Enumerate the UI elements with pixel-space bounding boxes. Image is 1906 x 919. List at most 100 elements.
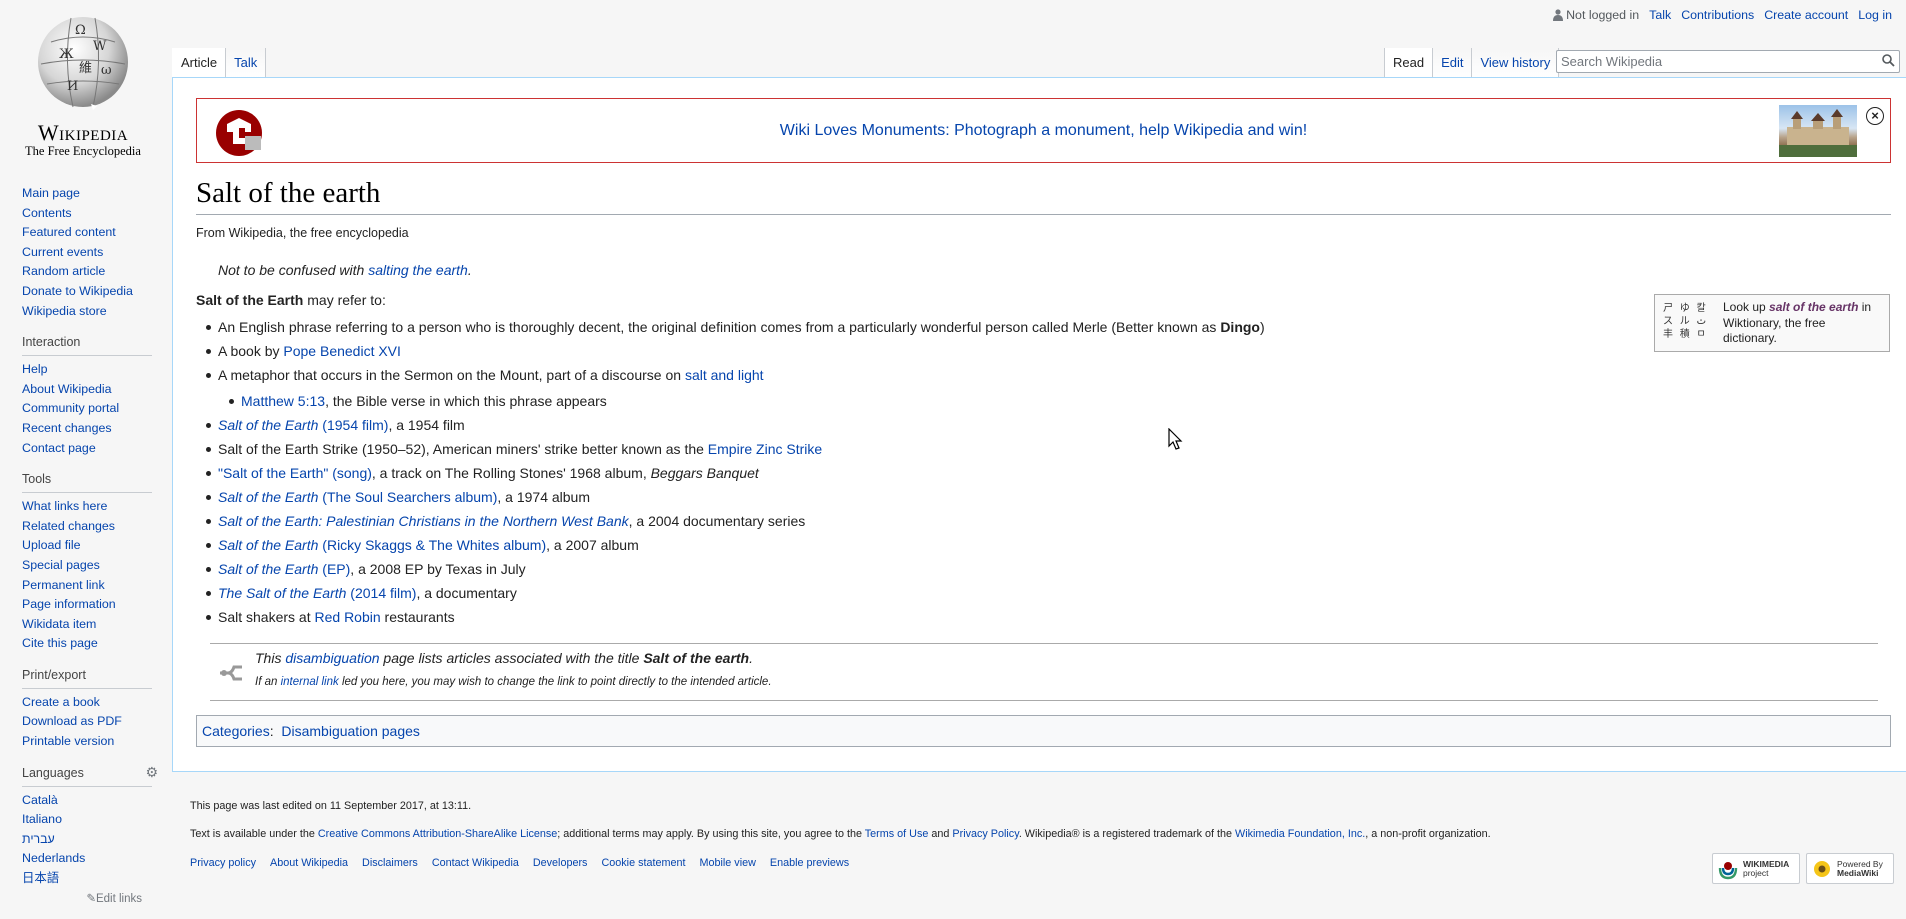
ricky-skaggs-album-link[interactable]: Salt of the Earth (Ricky Skaggs & The Wh… — [218, 537, 546, 553]
link-italic: Salt of the Earth — [218, 417, 319, 433]
pope-benedict-link[interactable]: Pope Benedict XVI — [283, 343, 401, 359]
sidebar-item-permanent-link[interactable]: Permanent link — [22, 578, 105, 592]
red-robin-link[interactable]: Red Robin — [315, 609, 381, 625]
link-italic: The Salt of the Earth — [218, 585, 347, 601]
footer-contact-wikipedia[interactable]: Contact Wikipedia — [432, 857, 519, 869]
item-text: , a track on The Rolling Stones' 1968 al… — [371, 465, 651, 481]
disambiguation-line-1: This disambiguation page lists articles … — [255, 650, 753, 666]
tab-read[interactable]: Read — [1384, 48, 1434, 78]
talk-link[interactable]: Talk — [1649, 8, 1671, 22]
sidebar-item-what-links-here[interactable]: What links here — [22, 499, 107, 513]
hatnote-suffix: . — [467, 262, 472, 278]
language-link-catalan[interactable]: Català — [22, 793, 58, 807]
language-link-japanese[interactable]: 日本語 — [22, 871, 59, 885]
list-item: Salt of the Earth (Ricky Skaggs & The Wh… — [196, 533, 1265, 557]
sidebar-item-wikidata-item[interactable]: Wikidata item — [22, 617, 96, 631]
close-banner-icon[interactable]: × — [1866, 107, 1884, 125]
categories-link[interactable]: Categories — [202, 723, 270, 739]
sidebar-item-cite-this-page[interactable]: Cite this page — [22, 636, 98, 650]
footer-cookie-statement[interactable]: Cookie statement — [601, 857, 685, 869]
sidebar-item-related-changes[interactable]: Related changes — [22, 519, 115, 533]
footer-developers[interactable]: Developers — [533, 857, 588, 869]
powered-by-mediawiki-badge[interactable]: Powered By MediaWiki — [1806, 853, 1894, 884]
sidebar-item-help[interactable]: Help — [22, 362, 47, 376]
sidebar-item-create-book[interactable]: Create a book — [22, 695, 100, 709]
personal-tools: Not logged in Talk Contributions Create … — [1553, 8, 1892, 22]
sidebar-item-upload-file[interactable]: Upload file — [22, 538, 81, 552]
matthew-5-13-link[interactable]: Matthew 5:13 — [241, 393, 325, 409]
dm-text: If an — [255, 676, 281, 688]
item-text: , the Bible verse in which this phrase a… — [325, 393, 607, 409]
empire-zinc-strike-link[interactable]: Empire Zinc Strike — [708, 441, 822, 457]
log-in-link[interactable]: Log in — [1858, 8, 1892, 22]
contributions-link[interactable]: Contributions — [1681, 8, 1754, 22]
salt-of-the-earth-song-link[interactable]: "Salt of the Earth" (song) — [218, 465, 372, 481]
footer-enable-previews[interactable]: Enable previews — [770, 857, 849, 869]
sidebar-item-community-portal[interactable]: Community portal — [22, 401, 119, 415]
wikimedia-project-badge[interactable]: WIKIMEDIA project — [1712, 853, 1800, 884]
link-rest: (EP) — [318, 561, 351, 577]
salt-of-the-earth-ep-link[interactable]: Salt of the Earth (EP) — [218, 561, 350, 577]
salting-the-earth-link[interactable]: salting the earth — [368, 262, 468, 278]
list-item: An English phrase referring to a person … — [196, 315, 1265, 339]
create-account-link[interactable]: Create account — [1764, 8, 1848, 22]
sidebar-item-contents[interactable]: Contents — [22, 206, 72, 220]
sidebar-item-recent-changes[interactable]: Recent changes — [22, 421, 112, 435]
sidebar-item-special-pages[interactable]: Special pages — [22, 558, 100, 572]
tab-edit[interactable]: Edit — [1433, 48, 1473, 78]
sidebar-languages: Languages ⚙ Català Italiano עברית Nederl… — [22, 764, 158, 905]
sidebar-item-random-article[interactable]: Random article — [22, 264, 105, 278]
salt-of-the-earth-2014-film-link[interactable]: The Salt of the Earth (2014 film) — [218, 585, 416, 601]
salt-and-light-link[interactable]: salt and light — [685, 367, 764, 383]
sidebar-item-donate[interactable]: Donate to Wikipedia — [22, 284, 133, 298]
central-notice-banner[interactable]: Wiki Loves Monuments: Photograph a monum… — [196, 98, 1891, 163]
language-link-italian[interactable]: Italiano — [22, 812, 62, 826]
item-text: Salt of the Earth Strike (1950–52), Amer… — [218, 441, 708, 457]
sidebar-item-contact-page[interactable]: Contact page — [22, 441, 96, 455]
banner-text[interactable]: Wiki Loves Monuments: Photograph a monum… — [780, 122, 1307, 140]
castle-photo — [1779, 105, 1857, 157]
sidebar-item-main-page[interactable]: Main page — [22, 186, 80, 200]
footer-disclaimers[interactable]: Disclaimers — [362, 857, 418, 869]
sidebar-item-featured-content[interactable]: Featured content — [22, 225, 116, 239]
soul-searchers-album-link[interactable]: Salt of the Earth (The Soul Searchers al… — [218, 489, 497, 505]
terms-of-use-link[interactable]: Terms of Use — [865, 828, 929, 840]
category-disambiguation-pages[interactable]: Disambiguation pages — [281, 723, 420, 739]
edit-links[interactable]: ✎Edit links — [22, 891, 152, 905]
dm-text: . — [749, 650, 753, 666]
sidebar-item-page-information[interactable]: Page information — [22, 597, 116, 611]
sidebar-item-about[interactable]: About Wikipedia — [22, 382, 112, 396]
wikipedia-logo[interactable]: ΩW Ж 維ω И Wikipedia The Free Encyclopedia — [18, 12, 148, 158]
item-bold: Dingo — [1220, 319, 1260, 335]
sidebar-item-store[interactable]: Wikipedia store — [22, 304, 107, 318]
tab-article[interactable]: Article — [172, 48, 227, 78]
wiktionary-term-link[interactable]: salt of the earth — [1769, 300, 1858, 314]
search-input[interactable]: Search Wikipedia — [1556, 50, 1900, 73]
wikimedia-foundation-link[interactable]: Wikimedia Foundation, Inc. — [1235, 828, 1365, 840]
sidebar: Main page Contents Featured content Curr… — [22, 184, 158, 919]
svg-text:И: И — [67, 79, 78, 94]
footer-about-wikipedia[interactable]: About Wikipedia — [270, 857, 348, 869]
disambiguation-list: An English phrase referring to a person … — [196, 315, 1265, 629]
disambiguation-link[interactable]: disambiguation — [285, 650, 379, 666]
internal-link-link[interactable]: internal link — [281, 676, 339, 688]
sidebar-navigation: Main page Contents Featured content Curr… — [22, 184, 152, 321]
language-link-hebrew[interactable]: עברית — [22, 832, 55, 846]
link-italic: Salt of the Earth — [218, 537, 319, 553]
cc-license-link[interactable]: Creative Commons Attribution-ShareAlike … — [318, 828, 557, 840]
sidebar-item-current-events[interactable]: Current events — [22, 245, 103, 259]
search-icon[interactable] — [1882, 53, 1895, 70]
namespace-tabs: Article Talk — [172, 48, 267, 78]
tab-view-history[interactable]: View history — [1472, 48, 1560, 78]
sidebar-item-printable-version[interactable]: Printable version — [22, 734, 114, 748]
wiktionary-logo-icon: ㄕ ゆ 칼ス ル ث丰 積 ㅁ — [1663, 303, 1708, 340]
salt-of-the-earth-1954-film-link[interactable]: Salt of the Earth (1954 film) — [218, 417, 388, 433]
language-link-dutch[interactable]: Nederlands — [22, 851, 85, 865]
sidebar-item-download-pdf[interactable]: Download as PDF — [22, 714, 122, 728]
palestinian-christians-link[interactable]: Salt of the Earth: Palestinian Christian… — [218, 513, 629, 529]
gear-icon[interactable]: ⚙ — [145, 764, 158, 781]
footer-mobile-view[interactable]: Mobile view — [700, 857, 756, 869]
tab-talk[interactable]: Talk — [226, 48, 267, 78]
privacy-policy-link[interactable]: Privacy Policy — [952, 828, 1018, 840]
footer-privacy-policy[interactable]: Privacy policy — [190, 857, 256, 869]
